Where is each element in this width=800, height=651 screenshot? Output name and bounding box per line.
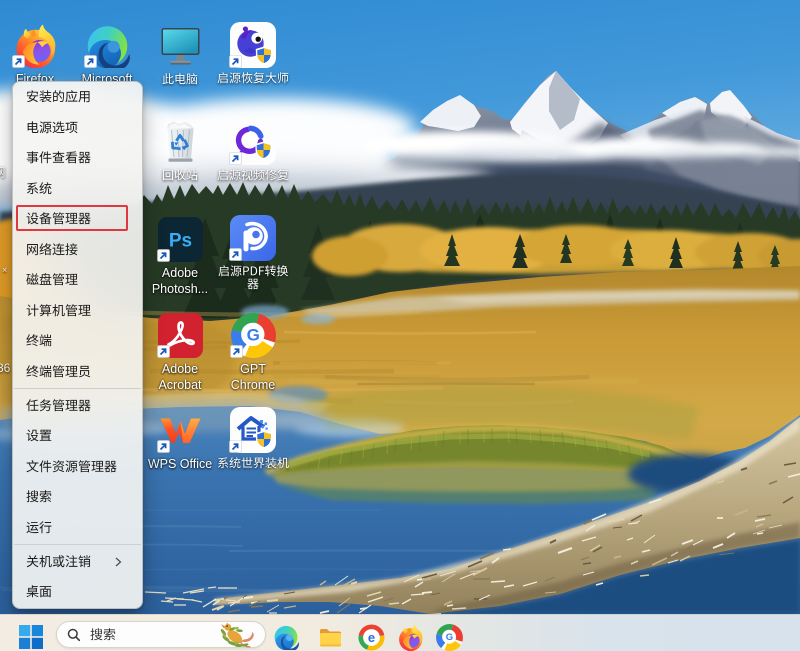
svg-text:G: G — [446, 632, 453, 643]
svg-text:G: G — [246, 326, 259, 345]
svg-text:e: e — [367, 630, 374, 645]
svg-text:Ps: Ps — [168, 231, 191, 252]
